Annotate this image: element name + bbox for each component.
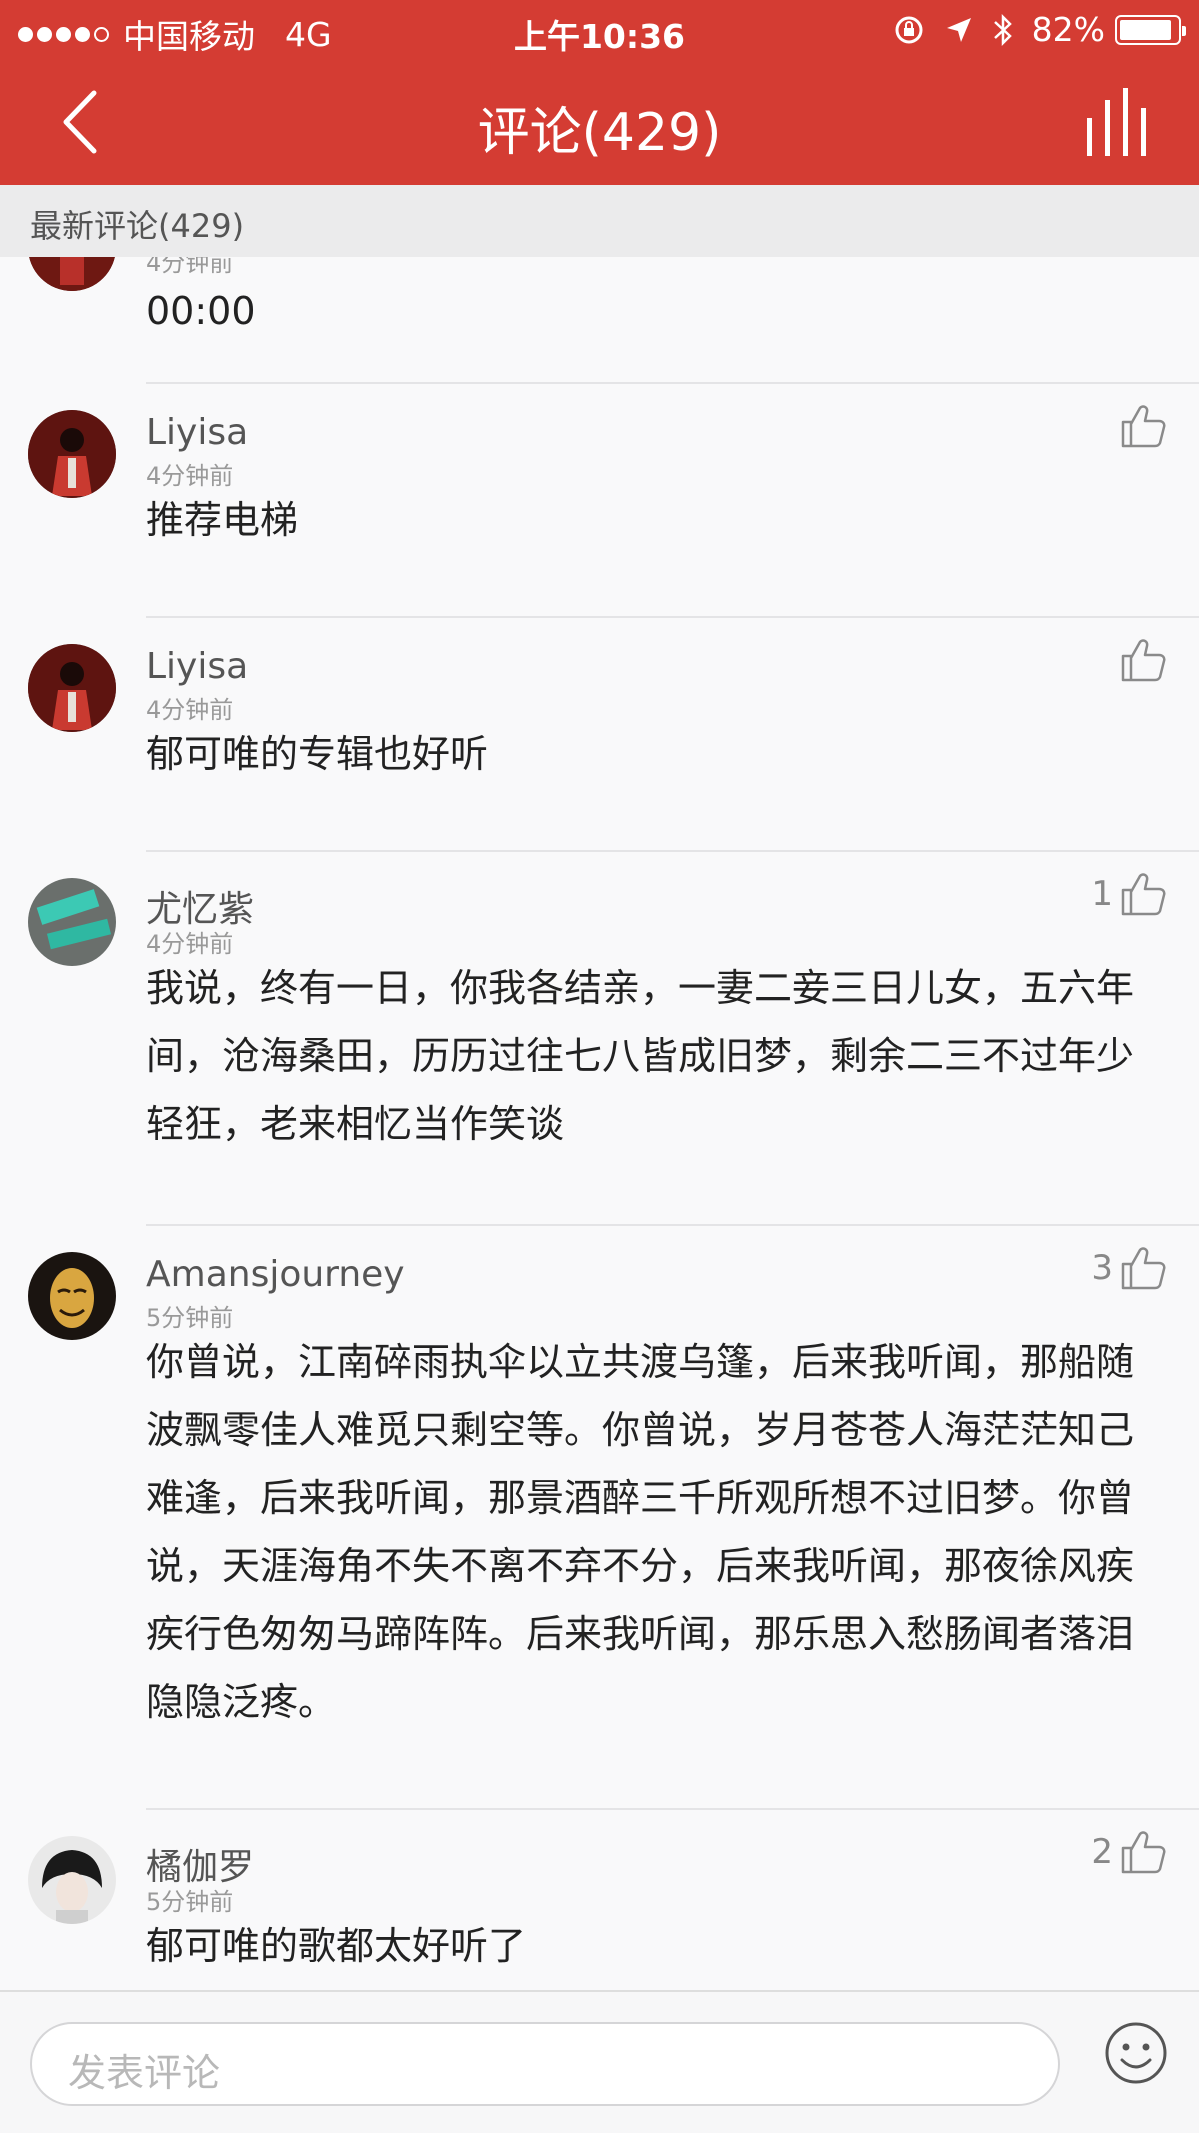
stats-button[interactable] [1079, 88, 1159, 158]
location-icon [944, 15, 974, 45]
like-button[interactable]: 3 [1091, 1246, 1167, 1290]
bluetooth-icon [992, 13, 1014, 47]
comment-text: 你曾说，江南碎雨执伞以立共渡乌篷，后来我听闻，那船随波飘零佳人难觅只剩空等。你曾… [146, 1340, 1135, 1724]
comment-username[interactable]: Liyisa [146, 412, 248, 453]
like-count: 3 [1091, 1248, 1113, 1288]
like-count: 2 [1091, 1832, 1113, 1872]
like-button[interactable]: 2 [1091, 1830, 1167, 1874]
comment-item: Liyisa 4分钟前 郁可唯的专辑也好听 [0, 618, 1199, 852]
avatar[interactable] [28, 1252, 116, 1340]
comment-text: 我说，终有一日，你我各结亲，一妻二妾三日儿女，五六年间，沧海桑田，历历过往七八皆… [146, 966, 1135, 1146]
like-button[interactable] [1113, 404, 1167, 448]
comment-time: 4分钟前 [146, 257, 234, 277]
comment-input[interactable]: 发表评论 [30, 2022, 1060, 2106]
avatar[interactable] [28, 410, 116, 498]
section-header: 最新评论(429) [0, 185, 1199, 257]
nav-bar: 评论(429) [0, 60, 1199, 185]
thumbs-up-icon [1121, 1247, 1166, 1290]
comment-composer: 发表评论 [0, 1990, 1199, 2133]
thumbs-up-icon [1121, 1831, 1166, 1874]
avatar[interactable] [28, 644, 116, 732]
orientation-lock-icon [892, 13, 926, 47]
comment-username[interactable]: Liyisa [146, 646, 248, 687]
like-count: 1 [1091, 874, 1113, 914]
status-bar: 中国移动 4G 上午10:36 82% [0, 0, 1199, 60]
thumbs-up-icon [1121, 873, 1166, 916]
battery-percent: 82% [1031, 10, 1105, 49]
comment-item: Amansjourney 5分钟前 3 你曾说，江南碎雨执伞以立共渡乌篷，后来我… [0, 1226, 1199, 1810]
avatar[interactable] [28, 1836, 116, 1924]
top-bar: 中国移动 4G 上午10:36 82% 评论(429) [0, 0, 1199, 185]
comment-username[interactable]: Amansjourney [146, 1254, 405, 1295]
avatar[interactable] [28, 878, 116, 966]
bar-chart-icon [1087, 88, 1146, 156]
thumbs-up-icon [1121, 405, 1166, 448]
comment-text: 推荐电梯 [146, 498, 299, 542]
page-title: 评论(429) [477, 103, 722, 163]
comment-item: 橘伽罗 5分钟前 2 郁可唯的歌都太好听了 [0, 1810, 1199, 1990]
comment-item: Liyisa 4分钟前 推荐电梯 [0, 384, 1199, 618]
comment-list[interactable]: 4分钟前 00:00 Liyisa 4分钟前 推荐电梯 Liyisa 4分钟前 … [0, 257, 1199, 1990]
like-button[interactable]: 1 [1091, 872, 1167, 916]
smiley-icon [1105, 2022, 1167, 2084]
comment-text: 郁可唯的歌都太好听了 [146, 1924, 527, 1968]
thumbs-up-icon [1121, 639, 1166, 682]
battery-icon [1115, 14, 1186, 45]
like-button[interactable] [1113, 638, 1167, 682]
comment-text: 00:00 [146, 289, 256, 333]
comment-item: 尤忆紫 4分钟前 1 我说，终有一日，你我各结亲，一妻二妾三日儿女，五六年间，沧… [0, 852, 1199, 1226]
comment-text: 郁可唯的专辑也好听 [146, 732, 489, 776]
avatar[interactable] [28, 257, 116, 291]
emoji-button[interactable] [1103, 2020, 1169, 2086]
